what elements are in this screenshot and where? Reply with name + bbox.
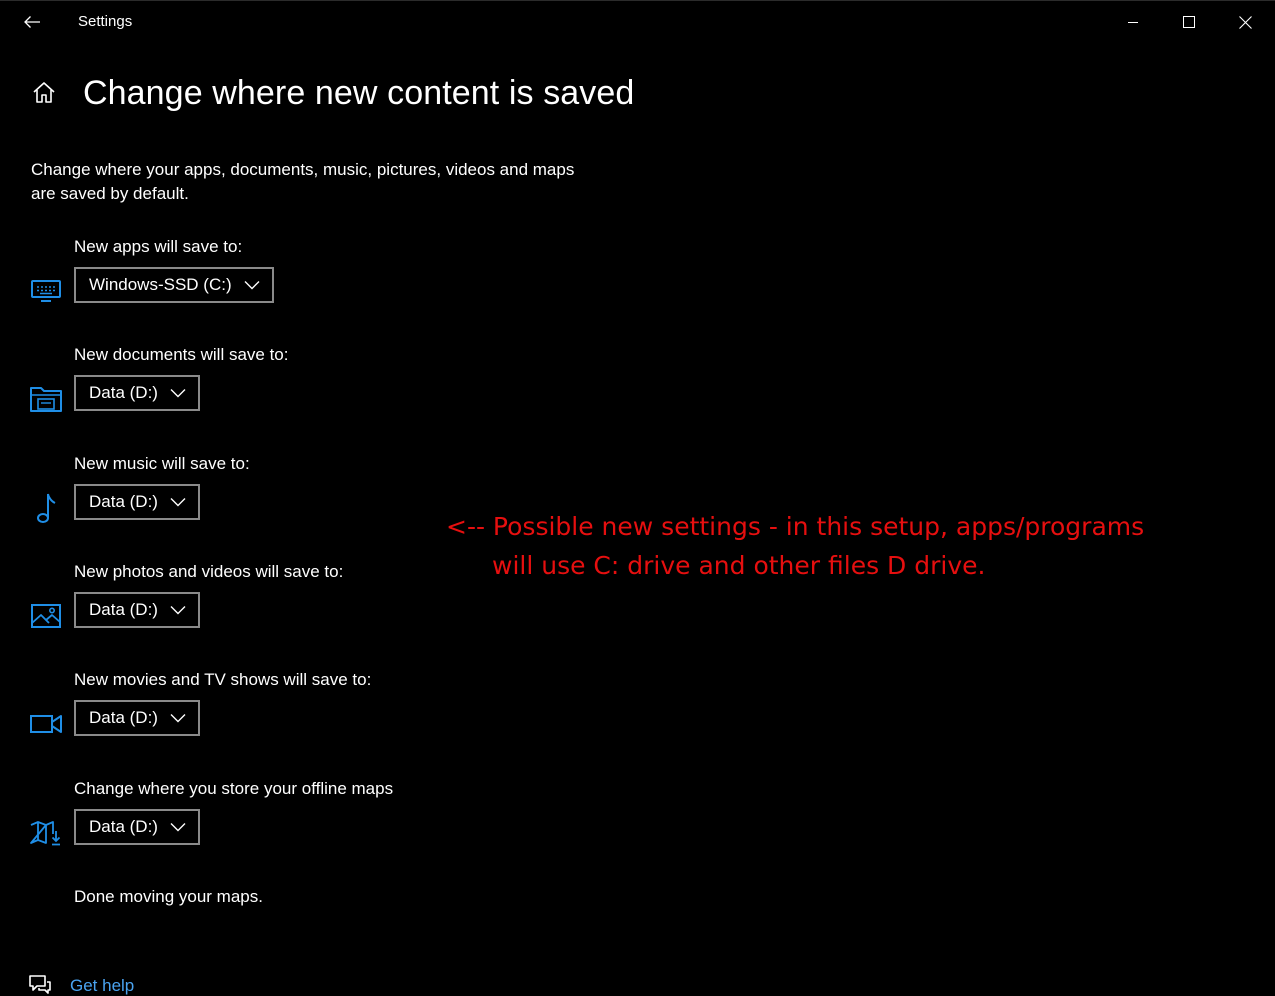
window-title: Settings bbox=[78, 13, 133, 30]
close-icon bbox=[1238, 15, 1252, 29]
maximize-button[interactable] bbox=[1167, 7, 1211, 37]
chevron-down-icon bbox=[244, 277, 260, 293]
page-title: Change where new content is saved bbox=[83, 73, 635, 112]
dropdown-value: Data (D:) bbox=[89, 600, 158, 619]
setting-label: Change where you store your offline maps bbox=[74, 779, 394, 798]
map-download-icon bbox=[28, 815, 64, 851]
dropdown-value: Data (D:) bbox=[89, 383, 158, 402]
help-row: Get help bbox=[28, 973, 134, 996]
home-icon bbox=[33, 82, 55, 103]
dropdown-value: Windows-SSD (C:) bbox=[89, 275, 232, 294]
chevron-down-icon bbox=[170, 602, 186, 618]
setting-label: New documents will save to: bbox=[74, 345, 289, 364]
annotation-line-1: <-- Possible new settings - in this setu… bbox=[446, 512, 1145, 541]
back-button[interactable] bbox=[18, 9, 46, 35]
minimize-icon bbox=[1128, 22, 1138, 23]
chevron-down-icon bbox=[170, 819, 186, 835]
annotation-line-2: will use C: drive and other files D driv… bbox=[492, 551, 986, 580]
red-annotation-text: <-- Possible new settings - in this setu… bbox=[446, 507, 1206, 585]
music-drive-dropdown[interactable]: Data (D:) bbox=[74, 484, 200, 520]
video-camera-icon bbox=[28, 706, 64, 742]
setting-label: New photos and videos will save to: bbox=[74, 562, 344, 581]
documents-folder-icon bbox=[28, 381, 64, 417]
dropdown-value: Data (D:) bbox=[89, 492, 158, 511]
title-bar: Settings bbox=[0, 1, 1275, 43]
setting-label: New apps will save to: bbox=[74, 237, 243, 256]
chat-help-icon bbox=[28, 973, 52, 996]
picture-icon bbox=[28, 598, 64, 634]
photos-drive-dropdown[interactable]: Data (D:) bbox=[74, 592, 200, 628]
page-header: Change where new content is saved bbox=[30, 69, 634, 117]
setting-label: New movies and TV shows will save to: bbox=[74, 670, 372, 689]
maps-drive-dropdown[interactable]: Data (D:) bbox=[74, 809, 200, 845]
maximize-icon bbox=[1183, 16, 1195, 28]
music-note-icon bbox=[28, 490, 64, 526]
chevron-down-icon bbox=[170, 494, 186, 510]
arrow-left-icon bbox=[24, 16, 40, 28]
close-button[interactable] bbox=[1223, 7, 1267, 37]
setting-label: New music will save to: bbox=[74, 454, 250, 473]
dropdown-value: Data (D:) bbox=[89, 708, 158, 727]
chevron-down-icon bbox=[170, 710, 186, 726]
maps-status-text: Done moving your maps. bbox=[74, 887, 263, 906]
minimize-button[interactable] bbox=[1111, 7, 1155, 37]
page-description: Change where your apps, documents, music… bbox=[31, 160, 575, 203]
movies-drive-dropdown[interactable]: Data (D:) bbox=[74, 700, 200, 736]
chevron-down-icon bbox=[170, 385, 186, 401]
dropdown-value: Data (D:) bbox=[89, 817, 158, 836]
monitor-icon bbox=[28, 273, 64, 309]
home-button[interactable] bbox=[30, 79, 58, 107]
documents-drive-dropdown[interactable]: Data (D:) bbox=[74, 375, 200, 411]
apps-drive-dropdown[interactable]: Windows-SSD (C:) bbox=[74, 267, 274, 303]
settings-window: Settings Change where new content is sav… bbox=[0, 0, 1275, 996]
get-help-link[interactable]: Get help bbox=[70, 976, 134, 996]
